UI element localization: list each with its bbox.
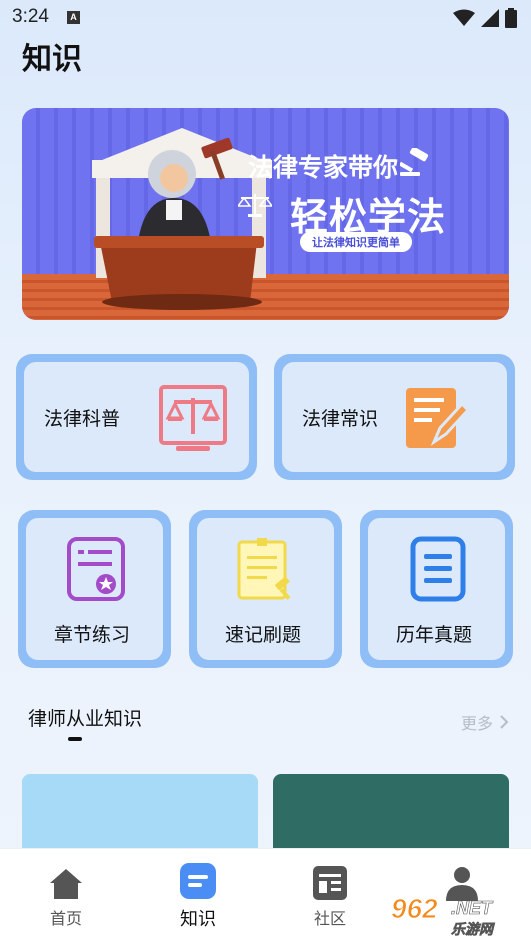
page-title: 知识 — [22, 42, 82, 77]
svg-text:962: 962 — [391, 893, 438, 924]
nav-label: 知识 — [180, 909, 216, 930]
nav-item-knowledge[interactable]: 知识 — [148, 849, 248, 944]
promo-banner[interactable]: 法律专家带你 轻松学法 让法律知识更简单 — [22, 108, 509, 320]
gavel-icon — [400, 148, 429, 176]
card-law-popularization[interactable]: 法律科普 — [16, 354, 257, 480]
home-icon — [50, 869, 82, 899]
nav-label: 首页 — [49, 909, 82, 928]
watermark-logo: 962 .NET 乐游网 — [387, 890, 525, 939]
a-letter-icon: A — [66, 10, 80, 24]
status-bar: 3:24 A — [0, 0, 531, 34]
article-card[interactable] — [273, 774, 509, 854]
notes-gavel-icon — [237, 538, 291, 600]
card-past-exams[interactable]: 历年真题 — [360, 510, 513, 668]
card-label: 历年真题 — [396, 624, 473, 646]
wifi-icon — [453, 9, 475, 26]
list-document-icon — [410, 536, 466, 602]
signal-icon — [481, 9, 499, 27]
card-quick-drill[interactable]: 速记刷题 — [189, 510, 342, 668]
community-icon — [313, 866, 347, 900]
card-law-common-sense[interactable]: 法律常识 — [274, 354, 515, 480]
document-pen-icon — [406, 388, 470, 448]
status-icons — [453, 8, 517, 28]
chevron-right-icon — [500, 715, 509, 729]
card-label: 章节练习 — [54, 624, 131, 646]
card-label: 法律科普 — [44, 408, 121, 430]
section-underline — [68, 737, 82, 741]
knowledge-icon — [180, 863, 216, 899]
card-label: 法律常识 — [302, 408, 379, 430]
svg-text:.NET: .NET — [451, 898, 494, 918]
card-label: 速记刷题 — [225, 624, 302, 646]
more-link[interactable]: 更多 — [461, 710, 509, 734]
nav-item-home[interactable]: 首页 — [16, 849, 116, 944]
nav-label: 社区 — [313, 909, 346, 928]
nav-item-community[interactable]: 社区 — [280, 849, 380, 944]
more-label: 更多 — [460, 714, 493, 733]
scales-icon — [159, 385, 227, 451]
watermark-icon: 962 .NET 乐游网 — [391, 893, 496, 939]
scales-mini-icon — [238, 194, 272, 217]
svg-text:乐游网: 乐游网 — [451, 921, 495, 938]
battery-icon — [505, 8, 517, 28]
banner-pill: 让法律知识更简单 — [300, 232, 412, 252]
section-title: 律师从业知识 — [28, 708, 143, 730]
certificate-star-icon — [67, 537, 125, 601]
card-chapter-practice[interactable]: 章节练习 — [18, 510, 171, 668]
banner-headline-1: 法律专家带你 — [248, 153, 399, 182]
article-card[interactable] — [22, 774, 258, 854]
status-time: 3:24 — [12, 6, 49, 27]
